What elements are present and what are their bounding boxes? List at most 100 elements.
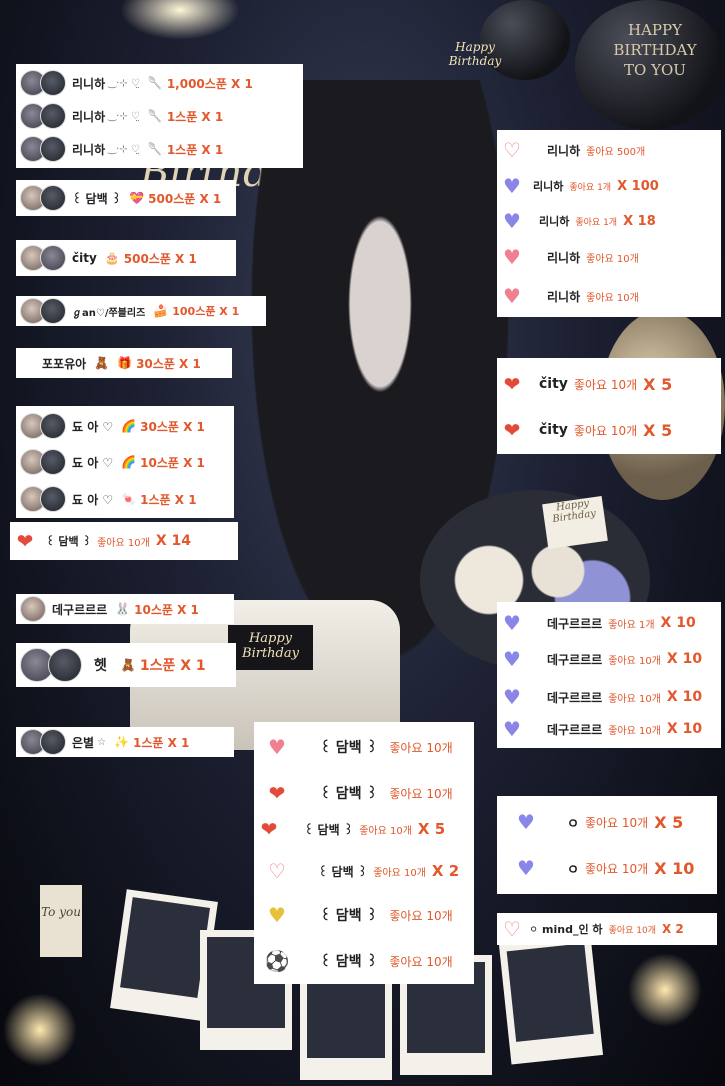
like-count: 좋아요 10개 (608, 925, 656, 936)
heart-icon: ♥ (503, 611, 521, 635)
like-multiplier: X 5 (654, 812, 684, 832)
like-multiplier: X 10 (666, 721, 703, 737)
gift-amount: 30스푼 X 1 (140, 419, 205, 434)
avatar (40, 413, 66, 439)
heart-gift-icon: 💝 (129, 191, 145, 205)
like-count: 좋아요 10개 (586, 292, 639, 304)
candy-gift-icon: 🍬 (121, 492, 137, 506)
avatar-group (20, 729, 66, 755)
like-count: 좋아요 10개 (608, 725, 661, 737)
avatar-group (20, 486, 66, 512)
nickname: ꒰ 담백 ꒱ (318, 864, 368, 879)
rainbow-gift-icon: 🌈 (121, 419, 137, 433)
like-row: ♥ ꒰ 담백 ꒱ 좋아요 10개 (254, 898, 474, 932)
heart-wreath-icon: ♡ (503, 138, 521, 162)
nickname: čity (539, 376, 568, 392)
avatar-group (20, 70, 66, 96)
party-hat-text: Happy Birthday (448, 40, 502, 68)
nickname: 됴 아 ♡ (72, 492, 114, 507)
heart-ribbon-icon: ❤ (503, 372, 521, 396)
like-multiplier: X 2 (662, 922, 684, 936)
spoon-gift-icon: 🥄 (147, 109, 163, 123)
like-row: ❤ ꒰ 담백 ꒱ 좋아요 10개 X 5 (254, 812, 474, 846)
like-row: ♡ 리니하 좋아요 500개 (497, 134, 721, 166)
nickname: čity (72, 251, 97, 265)
like-multiplier: X 10 (654, 858, 695, 878)
gift-row: ℊan♡/쭈블리즈 🍰 100스푼 X 1 (16, 296, 266, 326)
heart-icon: ♥ (503, 685, 521, 709)
gift-tag: To you (40, 885, 82, 957)
like-count: 좋아요 1개 (608, 619, 655, 631)
like-count: 좋아요 10개 (389, 786, 453, 801)
spoon-gift-icon: 🥄 (147, 76, 163, 90)
like-multiplier: X 5 (417, 820, 446, 838)
avatar-group (20, 298, 66, 324)
nickname: 리니하 (72, 109, 106, 124)
gift-amount: 10스푼 X 1 (140, 455, 205, 470)
candle-glow (625, 950, 705, 1030)
nickname-deco: ☆ (97, 736, 107, 748)
nickname: ꒰ 담백 ꒱ (46, 535, 92, 548)
like-multiplier: X 5 (643, 420, 673, 440)
like-count: 좋아요 10개 (389, 954, 453, 969)
avatar-group (20, 136, 66, 162)
like-row: ♥ 데구르르르 좋아요 10개 X 10 (497, 644, 721, 674)
like-gift-card: ♡ 리니하 좋아요 500개 ♥ 리니하 좋아요 1개 X 100 ♥ 리니하 … (497, 130, 721, 317)
like-multiplier: X 14 (155, 533, 191, 549)
like-count: 좋아요 10개 (586, 253, 639, 265)
nickname: ㅇ (567, 816, 579, 832)
like-row: ♥ ㅇ 좋아요 10개 X 10 (497, 850, 717, 886)
spoon-gift-card: ℊan♡/쭈블리즈 🍰 100스푼 X 1 (16, 296, 266, 326)
like-multiplier: X 10 (666, 651, 703, 667)
gift-amount: 10스푼 X 1 (134, 602, 199, 617)
bouquet-card: Happy Birthday (542, 496, 608, 549)
like-multiplier: X 10 (666, 689, 703, 705)
avatar (40, 298, 66, 324)
gift-row: ꒰ 담백 ꒱ 💝 500스푼 X 1 (16, 183, 236, 213)
like-row: ♥ 데구르르르 좋아요 1개 X 10 (497, 608, 721, 638)
gift-row: 리니하 ‿·⊹ ♡̤ 🥄 1스푼 X 1 (16, 134, 303, 164)
nickname: 리니하 (72, 76, 106, 91)
nickname: čity (539, 422, 568, 438)
avatar (40, 729, 66, 755)
gift-row: čity 🎂 500스푼 X 1 (16, 243, 236, 273)
like-row: ♡ ⚪ mind_인 하 좋아요 10개 X 2 (497, 914, 717, 944)
spoon-gift-card: 데구르르르 🐰 10스푼 X 1 (16, 594, 234, 624)
heart-icon: ♥ (268, 735, 286, 759)
heart-ribbon-icon: ❤ (16, 529, 34, 553)
bear-icon: 🧸 (94, 356, 110, 370)
nickname: ꒰ 담백 ꒱ (320, 908, 378, 924)
spoon-gift-card: 리니하 ‿·⊹ ♡̤ 🥄 1,000스푼 X 1 리니하 ‿·⊹ ♡̤ 🥄 1스… (16, 64, 303, 168)
heart-icon: ♥ (503, 717, 521, 741)
gift-row: 포포유아 🧸 🎁 30스푼 X 1 (16, 348, 232, 378)
bunny-gift-icon: 🐰 (115, 602, 131, 616)
gift-row: 됴 아 ♡ 🌈 30스푼 X 1 (16, 411, 234, 441)
nickname: 데구르르르 (547, 722, 603, 737)
nickname-deco: ‿·⊹ ♡̤ (108, 77, 140, 89)
like-row: ⚽ ꒰ 담백 ꒱ 좋아요 10개 (254, 944, 474, 978)
nickname-deco: ‿·⊹ ♡̤ (108, 143, 140, 155)
sparkle-gift-icon: ✨ (114, 735, 130, 749)
nickname: 리니하 (533, 180, 564, 193)
like-row: ♥ 리니하 좋아요 1개 X 100 (497, 170, 721, 202)
nickname: 리니하 (547, 143, 581, 158)
like-row: ♥ 리니하 좋아요 1개 X 18 (497, 205, 721, 237)
avatar-group (20, 648, 82, 682)
heart-icon: ♥ (503, 174, 521, 198)
nickname: ꒰ 담백 ꒱ (320, 740, 378, 756)
avatar (40, 136, 66, 162)
nickname: 포포유아 (42, 356, 87, 371)
gift-amount: 1스푼 X 1 (166, 109, 224, 124)
like-row: ❤ čity 좋아요 10개 X 5 (497, 412, 721, 448)
gift-amount: 500스푼 X 1 (123, 251, 197, 266)
like-row: ❤ čity 좋아요 10개 X 5 (497, 366, 721, 402)
heart-icon: ♥ (503, 284, 521, 308)
like-multiplier: X 18 (623, 213, 656, 229)
nickname: 리니하 (547, 250, 581, 265)
avatar (40, 245, 66, 271)
sparkle-heart-icon: ♡ (268, 859, 286, 883)
gift-row: 리니하 ‿·⊹ ♡̤ 🥄 1스푼 X 1 (16, 101, 303, 131)
avatar (20, 596, 46, 622)
like-gift-card: ❤ ꒰ 담백 ꒱ 좋아요 10개 X 14 (10, 522, 238, 560)
nickname: ㅇ (567, 862, 579, 878)
